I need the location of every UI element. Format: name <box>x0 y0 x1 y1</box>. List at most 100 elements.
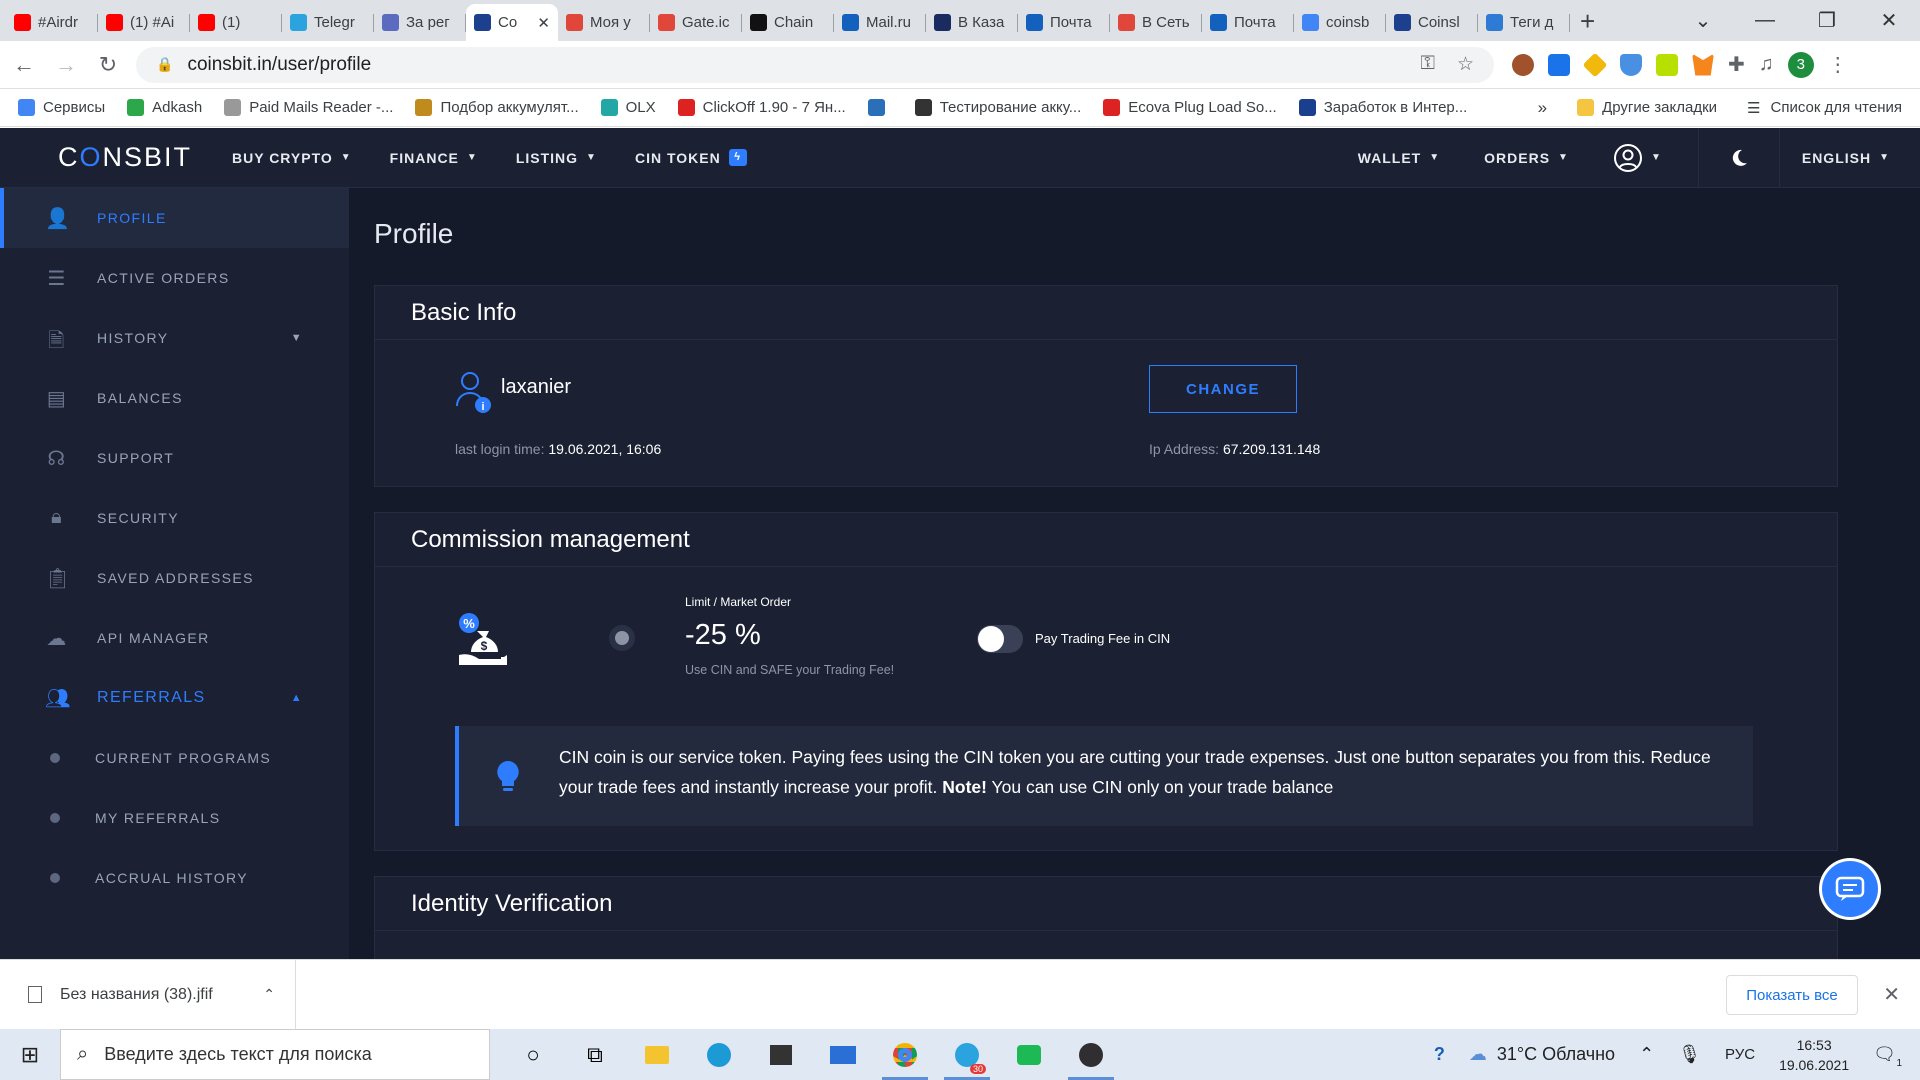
browser-tab[interactable]: Telegr <box>282 4 374 41</box>
menu-cin-token[interactable]: CIN TOKEN ϟ <box>635 149 747 166</box>
menu-listing[interactable]: LISTING ▼ <box>516 149 597 166</box>
other-bookmarks-folder[interactable]: Другие закладки <box>1577 99 1717 116</box>
chat-button[interactable] <box>1822 861 1878 917</box>
microphone-icon[interactable]: 🎙︎ <box>1678 1044 1701 1065</box>
browser-tab[interactable]: coinsb <box>1294 4 1386 41</box>
task-view-icon[interactable]: ⧉ <box>564 1029 626 1080</box>
sidebar-item-api-manager[interactable]: ☁ API MANAGER <box>0 608 349 668</box>
browser-tab[interactable]: (1) <box>190 4 282 41</box>
file-explorer-icon[interactable] <box>626 1029 688 1080</box>
new-extension-icon[interactable] <box>1548 53 1570 76</box>
bookmark-item[interactable]: Ecova Plug Load So... <box>1103 99 1277 116</box>
cookie-extension-icon[interactable] <box>1512 53 1534 76</box>
menu-icon[interactable]: ⋮ <box>1828 52 1848 77</box>
pay-fee-in-cin-toggle[interactable] <box>977 625 1023 653</box>
sidebar-item-balances[interactable]: ▤ BALANCES <box>0 368 349 428</box>
reload-button[interactable]: ↻ <box>90 52 126 78</box>
menu-wallet[interactable]: WALLET ▼ <box>1336 128 1462 188</box>
chrome-icon[interactable] <box>874 1029 936 1080</box>
browser-tab[interactable]: #Airdr <box>6 4 98 41</box>
weather-widget[interactable]: ☁ 31°C Облачно <box>1469 1044 1615 1065</box>
account-menu[interactable]: ▼ <box>1591 128 1698 188</box>
order-type-radio[interactable] <box>609 625 635 651</box>
menu-orders[interactable]: ORDERS ▼ <box>1462 128 1591 188</box>
store-icon[interactable] <box>750 1029 812 1080</box>
sidebar-item-active-orders[interactable]: ☰ ACTIVE ORDERS <box>0 248 349 308</box>
chevron-up-icon[interactable]: ⌃ <box>263 986 275 1003</box>
edge-icon[interactable] <box>688 1029 750 1080</box>
browser-tab[interactable]: В Сеть <box>1110 4 1202 41</box>
browser-tab[interactable]: Gate.ic <box>650 4 742 41</box>
sidebar-item-support[interactable]: ☊ SUPPORT <box>0 428 349 488</box>
taskbar-search-input[interactable]: ⌕ Введите здесь текст для поиска <box>60 1029 490 1080</box>
bookmark-item[interactable]: Заработок в Интер... <box>1298 99 1467 116</box>
bookmark-item[interactable]: Тестирование акку... <box>914 99 1081 116</box>
sidebar-item-history[interactable]: 🗎 HISTORY ▼ <box>0 308 349 368</box>
language-indicator[interactable]: РУС <box>1725 1046 1755 1063</box>
coinsbit-logo[interactable]: CONSBIT <box>58 142 190 173</box>
theme-toggle[interactable] <box>1697 127 1779 188</box>
bookmarks-more-button[interactable]: » <box>1538 98 1547 118</box>
media-player-icon[interactable] <box>998 1029 1060 1080</box>
media-icon[interactable]: ♫ <box>1759 53 1774 76</box>
back-button[interactable]: ← <box>6 52 42 78</box>
windows-start-icon[interactable]: ⊞ <box>0 1042 60 1068</box>
sidebar-item-my-referrals[interactable]: MY REFERRALS <box>0 788 349 848</box>
close-tab-icon[interactable]: ✕ <box>537 14 550 32</box>
chevron-up-icon[interactable]: ⌃ <box>1639 1044 1654 1065</box>
browser-tab[interactable]: Теги д <box>1478 4 1570 41</box>
browser-tab[interactable]: Co ✕ <box>466 4 558 41</box>
download-item[interactable]: Без названия (38).jfif ⌃ <box>0 959 296 1030</box>
sidebar-item-current-programs[interactable]: CURRENT PROGRAMS <box>0 728 349 788</box>
sidebar-item-security[interactable]: 🔒︎ SECURITY <box>0 488 349 548</box>
mail-icon[interactable] <box>812 1029 874 1080</box>
browser-tab[interactable]: Почта <box>1018 4 1110 41</box>
sidebar-item-referrals[interactable]: 👥︎ REFERRALS ▲ <box>0 668 349 728</box>
puzzle-icon[interactable]: ✚ <box>1728 52 1745 77</box>
reading-list-button[interactable]: ☰ Список для чтения <box>1747 99 1902 117</box>
menu-buy-crypto[interactable]: BUY CRYPTO ▼ <box>232 149 352 166</box>
cortana-icon[interactable]: ○ <box>502 1029 564 1080</box>
sidebar-item-saved-addresses[interactable]: 📋︎ SAVED ADDRESSES <box>0 548 349 608</box>
browser-tab[interactable]: Coinsl <box>1386 4 1478 41</box>
obs-icon[interactable] <box>1060 1029 1122 1080</box>
sidebar-item-profile[interactable]: 👤 PROFILE <box>0 188 349 248</box>
green-extension-icon[interactable] <box>1656 53 1678 76</box>
browser-tab[interactable]: За рег <box>374 4 466 41</box>
browser-tab[interactable]: Моя у <box>558 4 650 41</box>
tab-search-icon[interactable]: ⌄ <box>1672 8 1734 33</box>
bookmark-item[interactable] <box>867 99 893 116</box>
bookmark-item[interactable]: Adkash <box>127 99 202 116</box>
browser-tab[interactable]: Mail.ru <box>834 4 926 41</box>
show-all-button[interactable]: Показать все <box>1726 975 1858 1015</box>
browser-tab[interactable]: Chain <box>742 4 834 41</box>
close-icon[interactable]: ✕ <box>1883 982 1900 1007</box>
minimize-button[interactable]: — <box>1734 9 1796 32</box>
notifications-icon[interactable]: 🗨︎ 1 <box>1873 1044 1902 1069</box>
maximize-button[interactable]: ❐ <box>1796 8 1858 33</box>
url-input[interactable]: 🔒 coinsbit.in/user/profile ⚿ ☆ <box>136 46 1494 83</box>
browser-tab[interactable]: (1) #Ai <box>98 4 190 41</box>
help-icon[interactable]: ? <box>1434 1044 1445 1065</box>
language-selector[interactable]: ENGLISH ▼ <box>1778 127 1920 188</box>
profile-avatar[interactable]: 3 <box>1787 51 1814 78</box>
sidebar-item-accrual-history[interactable]: ACCRUAL HISTORY <box>0 848 349 908</box>
metamask-extension-icon[interactable] <box>1692 53 1714 76</box>
telegram-icon[interactable]: 30 <box>936 1029 998 1080</box>
browser-tab[interactable]: Почта <box>1202 4 1294 41</box>
shield-extension-icon[interactable] <box>1620 53 1642 76</box>
close-window-button[interactable]: ✕ <box>1858 8 1920 33</box>
bookmark-item[interactable]: OLX <box>600 99 656 116</box>
new-tab-button[interactable]: + <box>1580 6 1595 37</box>
change-button[interactable]: CHANGE <box>1149 365 1297 413</box>
browser-tab[interactable]: В Каза <box>926 4 1018 41</box>
binance-extension-icon[interactable] <box>1582 52 1608 77</box>
key-icon[interactable]: ⚿ <box>1420 53 1434 76</box>
star-icon[interactable]: ☆ <box>1457 53 1474 76</box>
clock[interactable]: 16:53 19.06.2021 <box>1779 1035 1849 1075</box>
bookmark-item[interactable]: Сервисы <box>18 99 105 116</box>
menu-finance[interactable]: FINANCE ▼ <box>390 149 478 166</box>
bookmark-item[interactable]: ClickOff 1.90 - 7 Ян... <box>677 99 846 116</box>
bookmark-item[interactable]: Подбор аккумулят... <box>415 99 579 116</box>
bookmark-item[interactable]: Paid Mails Reader -... <box>224 99 393 116</box>
